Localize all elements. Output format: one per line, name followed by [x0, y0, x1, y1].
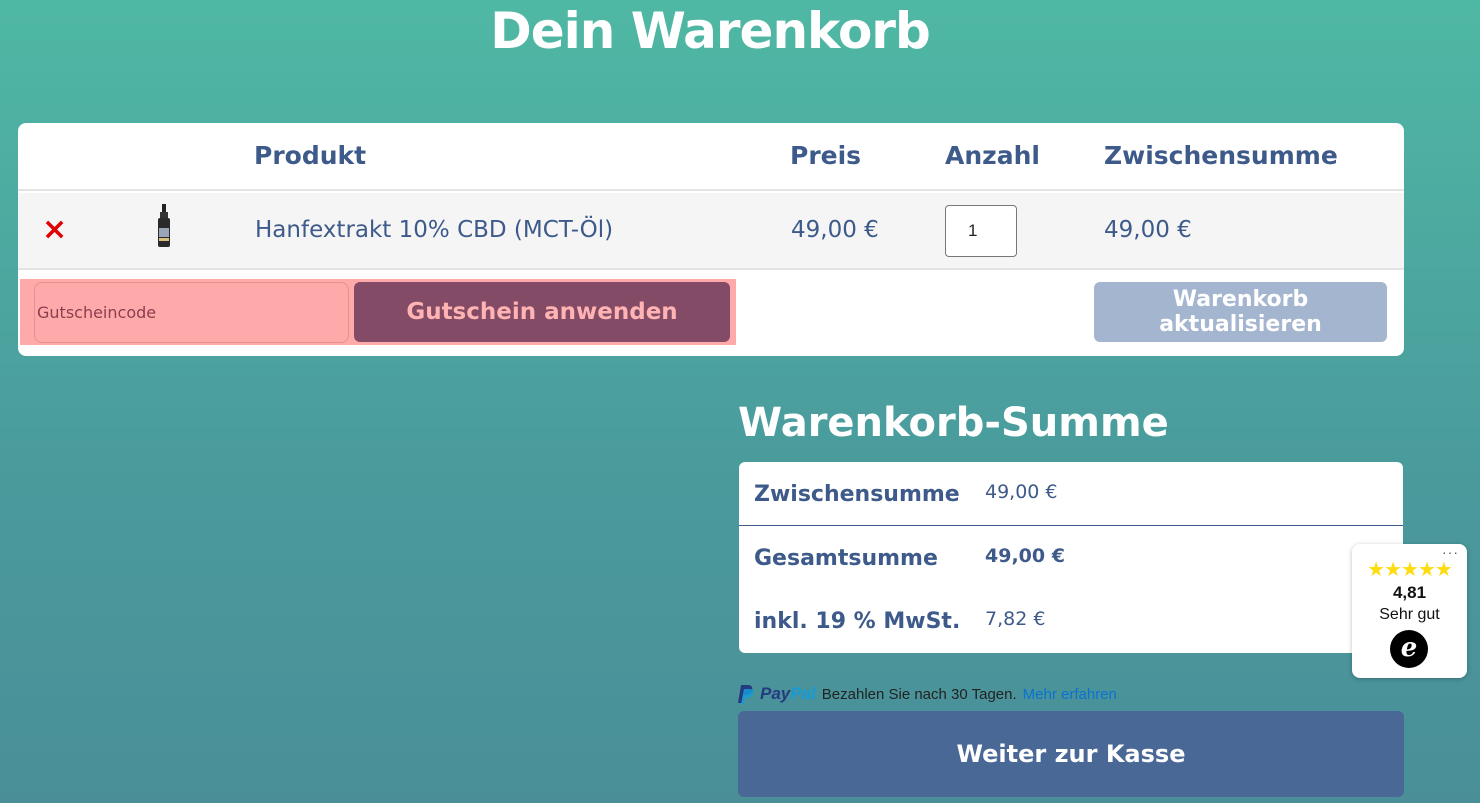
totals-total-value: 49,00 € [985, 545, 1065, 567]
header-quantity: Anzahl [945, 141, 1040, 170]
paypal-paylater-message: PayPal Bezahlen Sie nach 30 Tagen. Mehr … [738, 683, 1117, 705]
rating-value: 4,81 [1392, 583, 1427, 602]
trusted-shops-logo-icon: e [1390, 630, 1428, 668]
product-subtotal: 49,00 € [1104, 217, 1192, 243]
totals-subtotal-value: 49,00 € [985, 481, 1058, 503]
cart-item-row: × Hanfextrakt 10% CBD (MCT-Öl) 49,00 € 4… [18, 193, 1404, 270]
totals-divider [739, 525, 1403, 526]
apply-coupon-button[interactable]: Gutschein anwenden [354, 282, 730, 342]
coupon-area: Gutschein anwenden [20, 279, 736, 345]
header-subtotal: Zwischensumme [1104, 141, 1338, 170]
paypal-learn-more-link[interactable]: Mehr erfahren [1023, 686, 1117, 703]
totals-tax-value: 7,82 € [985, 608, 1046, 630]
trusted-shops-badge[interactable]: ··· ★★★★★ 4,81 Sehr gut e [1352, 544, 1467, 678]
header-product: Produkt [254, 141, 367, 170]
totals-total-label: Gesamtsumme [754, 546, 938, 571]
paypal-message-text: Bezahlen Sie nach 30 Tagen. [821, 685, 1017, 703]
cart-totals-title: Warenkorb-Summe [738, 400, 1169, 446]
cart-table: Produkt Preis Anzahl Zwischensumme × Han… [18, 123, 1404, 356]
rating-stars-icon: ★★★★★ [1367, 559, 1453, 581]
coupon-code-input[interactable] [34, 282, 349, 343]
cart-totals-table: Zwischensumme 49,00 € Gesamtsumme 49,00 … [739, 462, 1403, 653]
product-name-link[interactable]: Hanfextrakt 10% CBD (MCT-Öl) [255, 217, 613, 243]
paypal-icon [738, 685, 754, 704]
quantity-input[interactable] [945, 205, 1017, 257]
remove-item-icon[interactable]: × [42, 215, 67, 245]
cart-table-header: Produkt Preis Anzahl Zwischensumme [18, 123, 1404, 191]
product-price: 49,00 € [791, 217, 879, 243]
page-title: Dein Warenkorb [490, 2, 931, 60]
rating-label: Sehr gut [1379, 606, 1440, 623]
update-cart-button[interactable]: Warenkorb aktualisieren [1094, 282, 1387, 342]
cbd-oil-bottle-icon[interactable] [155, 204, 173, 248]
paypal-logo: PayPal [760, 684, 816, 703]
totals-subtotal-label: Zwischensumme [754, 482, 960, 507]
totals-tax-label: inkl. 19 % MwSt. [754, 609, 961, 634]
header-price: Preis [790, 141, 862, 170]
proceed-to-checkout-button[interactable]: Weiter zur Kasse [738, 711, 1404, 797]
